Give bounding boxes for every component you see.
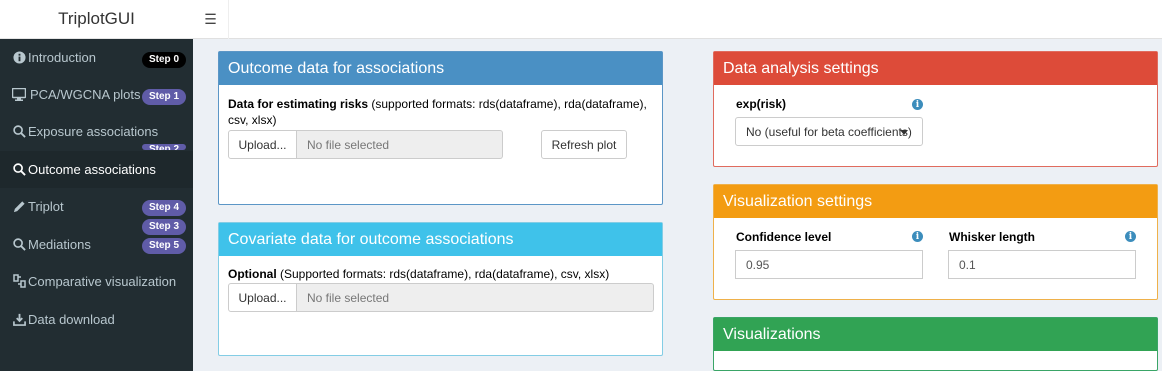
search-icon	[12, 237, 26, 251]
outcome-data-box: Outcome data for associations Data for e…	[218, 51, 663, 205]
confidence-level-input[interactable]: 0.95	[735, 250, 923, 279]
info-circle-icon	[12, 50, 26, 64]
file-name-field[interactable]: No file selected	[297, 283, 654, 312]
step-badge: Step 5	[142, 238, 187, 254]
box-title: Visualizations	[714, 318, 1157, 351]
compare-icon	[12, 274, 26, 288]
outcome-file-input: Upload... No file selected	[228, 130, 503, 159]
sidebar-item-label: Introduction	[28, 50, 96, 65]
upload-button[interactable]: Upload...	[228, 283, 297, 312]
sidebar-item-label: Triplot	[28, 199, 64, 214]
upload-button[interactable]: Upload...	[228, 130, 297, 159]
sidebar-item-data-download[interactable]: Data download	[0, 301, 193, 338]
desktop-icon	[12, 87, 26, 101]
box-title: Covariate data for outcome associations	[219, 223, 662, 256]
outcome-file-label: Data for estimating risks (supported for…	[228, 96, 653, 128]
data-analysis-settings-box: Data analysis settings exp(risk) i No (u…	[713, 51, 1158, 167]
box-title: Visualization settings	[714, 185, 1157, 218]
covariate-file-input: Upload... No file selected	[228, 283, 654, 312]
visualizations-box: Visualizations	[713, 317, 1158, 371]
select-value: No (useful for beta coefficients)	[746, 125, 912, 139]
field-label-bold: Data for estimating risks	[228, 97, 369, 111]
info-icon[interactable]: i	[912, 231, 923, 242]
info-icon[interactable]: i	[912, 99, 923, 110]
sidebar: Introduction Step 0 PCA/WGCNA plots Step…	[0, 39, 193, 371]
app-logo[interactable]: TriplotGUI	[0, 0, 193, 39]
sidebar-item-label: PCA/WGCNA plots	[30, 87, 141, 102]
file-name-field[interactable]: No file selected	[297, 130, 503, 159]
sidebar-item-label: Comparative visualization	[28, 274, 177, 289]
step-badge: Step 0	[142, 52, 187, 68]
chevron-down-icon	[900, 130, 908, 135]
step-badge: Step 4	[142, 200, 187, 216]
sidebar-item-label: Data download	[28, 312, 115, 327]
confidence-level-label: Confidence level	[736, 230, 832, 244]
box-title: Data analysis settings	[714, 52, 1157, 85]
step-badge: Step 1	[142, 89, 187, 105]
sidebar-item-mediations[interactable]: Mediations Step 5	[0, 226, 193, 263]
sidebar-item-triplot[interactable]: Triplot Step 4	[0, 188, 193, 225]
covariate-data-box: Covariate data for outcome associations …	[218, 222, 663, 356]
whisker-length-label: Whisker length	[949, 230, 1036, 244]
exp-risk-label: exp(risk)	[736, 97, 787, 111]
download-icon	[12, 312, 26, 326]
exp-risk-select[interactable]: No (useful for beta coefficients)	[735, 117, 923, 146]
visualization-settings-box: Visualization settings Confidence level …	[713, 184, 1158, 300]
sidebar-item-introduction[interactable]: Introduction Step 0	[0, 39, 193, 76]
field-label-description: (Supported formats: rds(dataframe), rda(…	[276, 267, 610, 281]
refresh-plot-button[interactable]: Refresh plot	[541, 130, 627, 159]
info-icon[interactable]: i	[1125, 231, 1136, 242]
box-title: Outcome data for associations	[219, 52, 662, 85]
whisker-length-input[interactable]: 0.1	[948, 250, 1136, 279]
sidebar-item-label: Exposure associations	[28, 124, 159, 139]
sidebar-item-outcome-associations[interactable]: Outcome associations	[0, 151, 193, 188]
field-label-bold: Optional	[228, 267, 277, 281]
hamburger-menu-icon: ☰	[204, 11, 217, 27]
search-icon	[12, 162, 26, 176]
sidebar-item-exposure-associations[interactable]: Exposure associations Step 2	[0, 113, 193, 150]
step-badge: Step 2	[142, 144, 187, 150]
pencil-icon	[12, 199, 26, 213]
sidebar-item-label: Outcome associations	[28, 162, 156, 177]
covariate-file-label: Optional (Supported formats: rds(datafra…	[228, 266, 653, 281]
top-navbar: ☰	[193, 0, 1162, 39]
search-icon	[12, 124, 26, 138]
sidebar-item-pca-wgcna[interactable]: PCA/WGCNA plots Step 1	[0, 76, 193, 113]
sidebar-toggle-button[interactable]: ☰	[193, 0, 229, 39]
sidebar-item-comparative-visualization[interactable]: Comparative visualization	[0, 263, 193, 300]
sidebar-item-label: Mediations	[28, 237, 91, 252]
